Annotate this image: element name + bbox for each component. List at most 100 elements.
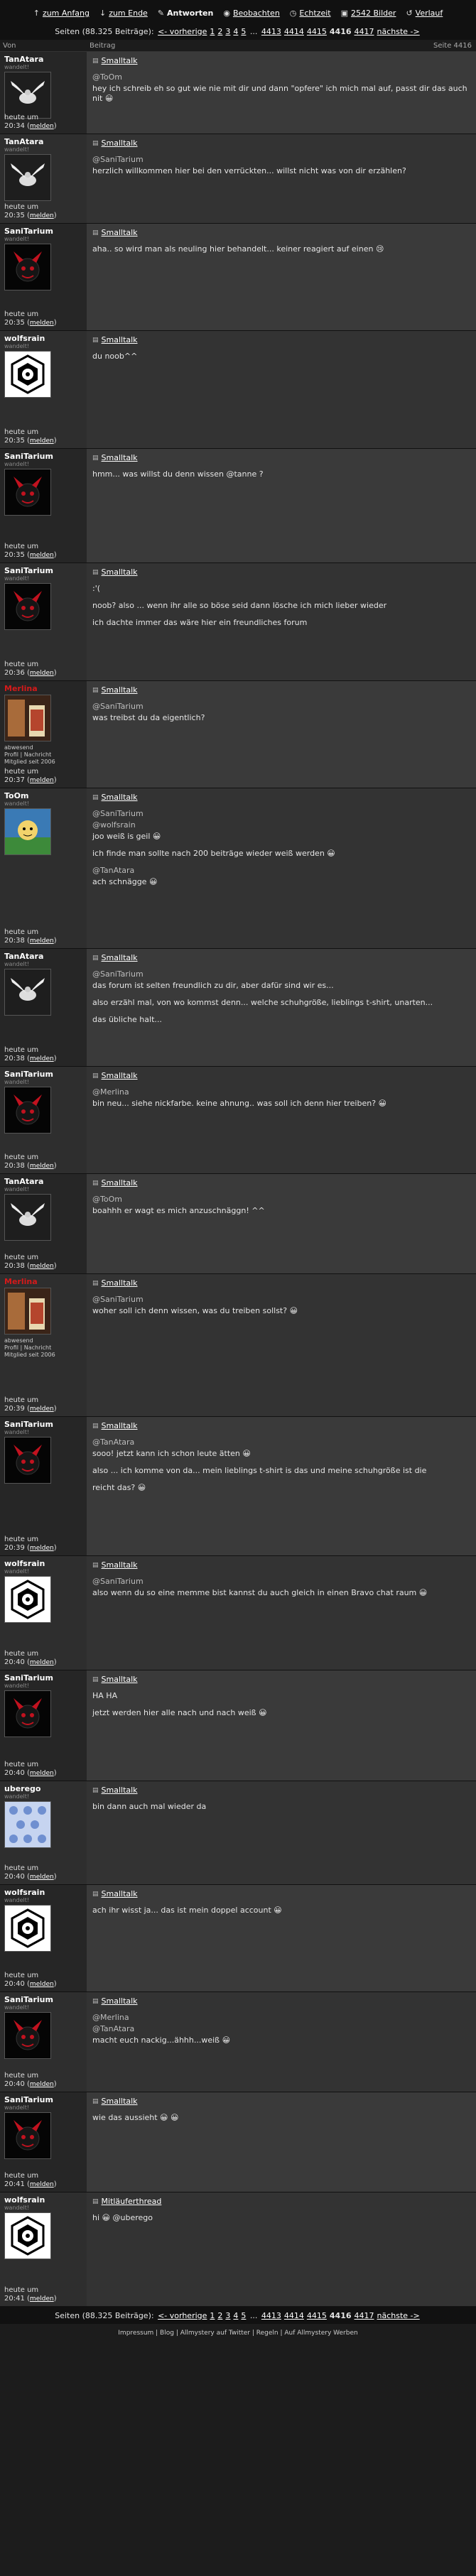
thread-link[interactable]: Smalltalk bbox=[102, 453, 138, 462]
username[interactable]: wolfsrain bbox=[4, 334, 84, 343]
nav-item-3[interactable]: ◉ Beobachten bbox=[223, 9, 279, 18]
nav-label[interactable]: zum Ende bbox=[109, 9, 148, 18]
page-link[interactable]: 4415 bbox=[307, 27, 327, 36]
page-link[interactable]: 4413 bbox=[261, 2311, 281, 2320]
thread-link[interactable]: Mitläuferthread bbox=[102, 2197, 162, 2206]
page-link[interactable]: 4414 bbox=[284, 2311, 304, 2320]
thread-link[interactable]: Smalltalk bbox=[102, 1996, 138, 2006]
next-page-link[interactable]: nächste -> bbox=[377, 27, 420, 36]
report-link[interactable]: melden bbox=[30, 670, 54, 677]
username[interactable]: SaniTarium bbox=[4, 227, 84, 236]
avatar[interactable] bbox=[4, 808, 51, 855]
mention[interactable]: @SaniTarium bbox=[92, 1577, 470, 1587]
avatar[interactable] bbox=[4, 2012, 51, 2059]
page-link[interactable]: 4417 bbox=[355, 27, 374, 36]
report-link[interactable]: melden bbox=[30, 1659, 54, 1666]
avatar[interactable] bbox=[4, 1905, 51, 1952]
thread-link[interactable]: Smalltalk bbox=[102, 1675, 138, 1684]
thread-link[interactable]: Smalltalk bbox=[102, 1278, 138, 1288]
report-link[interactable]: melden bbox=[30, 2081, 54, 2088]
avatar[interactable] bbox=[4, 2212, 51, 2259]
thread-link[interactable]: Smalltalk bbox=[102, 2097, 138, 2106]
thread-link[interactable]: Smalltalk bbox=[102, 1889, 138, 1898]
thread-link[interactable]: Smalltalk bbox=[102, 228, 138, 237]
user-extra-line[interactable]: Profil | Nachricht bbox=[4, 751, 84, 759]
username[interactable]: Merlina bbox=[4, 684, 84, 693]
avatar[interactable] bbox=[4, 244, 51, 290]
page-link[interactable]: 1 bbox=[210, 27, 215, 36]
username[interactable]: wolfsrain bbox=[4, 2195, 84, 2205]
page-link[interactable]: 4417 bbox=[355, 2311, 374, 2320]
report-link[interactable]: melden bbox=[30, 212, 54, 219]
report-link[interactable]: melden bbox=[30, 2295, 54, 2303]
report-link[interactable]: melden bbox=[30, 1163, 54, 1170]
username[interactable]: TanAtara bbox=[4, 55, 84, 64]
page-link[interactable]: 3 bbox=[225, 27, 230, 36]
thread-link[interactable]: Smalltalk bbox=[102, 1178, 138, 1188]
page-link[interactable]: 4 bbox=[233, 27, 238, 36]
page-link[interactable]: 1 bbox=[210, 2311, 215, 2320]
page-link[interactable]: 5 bbox=[241, 2311, 246, 2320]
mention[interactable]: @SaniTarium bbox=[92, 1295, 470, 1305]
report-link[interactable]: melden bbox=[30, 1874, 54, 1881]
page-link[interactable]: 2 bbox=[217, 2311, 222, 2320]
thread-link[interactable]: Smalltalk bbox=[102, 1071, 138, 1080]
report-link[interactable]: melden bbox=[30, 438, 54, 445]
nav-label[interactable]: Verlauf bbox=[416, 9, 443, 18]
avatar[interactable] bbox=[4, 1087, 51, 1134]
nav-label[interactable]: Echtzeit bbox=[299, 9, 330, 18]
avatar[interactable] bbox=[4, 1690, 51, 1737]
mention[interactable]: @ToOm bbox=[92, 1195, 470, 1205]
report-link[interactable]: melden bbox=[30, 1770, 54, 1777]
avatar[interactable] bbox=[4, 695, 51, 741]
avatar[interactable] bbox=[4, 351, 51, 398]
next-page-link[interactable]: nächste -> bbox=[377, 2311, 420, 2320]
thread-link[interactable]: Smalltalk bbox=[102, 1786, 138, 1795]
nav-item-2[interactable]: ✎ Antworten bbox=[158, 9, 214, 18]
page-link[interactable]: 4413 bbox=[261, 27, 281, 36]
page-link[interactable]: 5 bbox=[241, 27, 246, 36]
avatar[interactable] bbox=[4, 1194, 51, 1241]
mention[interactable]: @TanAtara bbox=[92, 866, 470, 876]
report-link[interactable]: melden bbox=[30, 123, 54, 130]
mention[interactable]: @Merlina bbox=[92, 1087, 470, 1097]
avatar[interactable] bbox=[4, 1576, 51, 1623]
nav-item-4[interactable]: ◷ Echtzeit bbox=[290, 9, 331, 18]
report-link[interactable]: melden bbox=[30, 938, 54, 945]
mention[interactable]: @wolfsrain bbox=[92, 820, 470, 830]
avatar[interactable] bbox=[4, 2112, 51, 2159]
page-link[interactable]: 2 bbox=[217, 27, 222, 36]
mention[interactable]: @Merlina bbox=[92, 2013, 470, 2023]
footer-links[interactable]: Impressum | Blog | Allmystery auf Twitte… bbox=[0, 2324, 476, 2342]
username[interactable]: uberego bbox=[4, 1784, 84, 1793]
mention[interactable]: @SaniTarium bbox=[92, 969, 470, 979]
avatar[interactable] bbox=[4, 969, 51, 1016]
thread-link[interactable]: Smalltalk bbox=[102, 335, 138, 344]
username[interactable]: SaniTarium bbox=[4, 1995, 84, 2004]
thread-link[interactable]: Smalltalk bbox=[102, 1560, 138, 1570]
thread-link[interactable]: Smalltalk bbox=[102, 567, 138, 577]
report-link[interactable]: melden bbox=[30, 320, 54, 327]
avatar[interactable] bbox=[4, 1288, 51, 1335]
username[interactable]: TanAtara bbox=[4, 952, 84, 961]
report-link[interactable]: melden bbox=[30, 1055, 54, 1063]
mention[interactable]: @TanAtara bbox=[92, 1438, 470, 1447]
user-extra-line[interactable]: Profil | Nachricht bbox=[4, 1344, 84, 1352]
nav-item-6[interactable]: ↺ Verlauf bbox=[406, 9, 443, 18]
mention[interactable]: @SaniTarium bbox=[92, 155, 470, 165]
username[interactable]: wolfsrain bbox=[4, 1559, 84, 1568]
avatar[interactable] bbox=[4, 469, 51, 516]
avatar[interactable] bbox=[4, 72, 51, 119]
report-link[interactable]: melden bbox=[30, 1981, 54, 1988]
thread-link[interactable]: Smalltalk bbox=[102, 138, 138, 148]
username[interactable]: wolfsrain bbox=[4, 1888, 84, 1897]
thread-link[interactable]: Smalltalk bbox=[102, 56, 138, 65]
mention[interactable]: @SaniTarium bbox=[92, 702, 470, 712]
thread-link[interactable]: Smalltalk bbox=[102, 1421, 138, 1430]
page-link[interactable]: 4 bbox=[233, 2311, 238, 2320]
nav-item-1[interactable]: ↓ zum Ende bbox=[99, 9, 148, 18]
report-link[interactable]: melden bbox=[30, 1545, 54, 1552]
mention[interactable]: @SaniTarium bbox=[92, 809, 470, 819]
page-link[interactable]: 4414 bbox=[284, 27, 304, 36]
nav-label[interactable]: Beobachten bbox=[233, 9, 280, 18]
